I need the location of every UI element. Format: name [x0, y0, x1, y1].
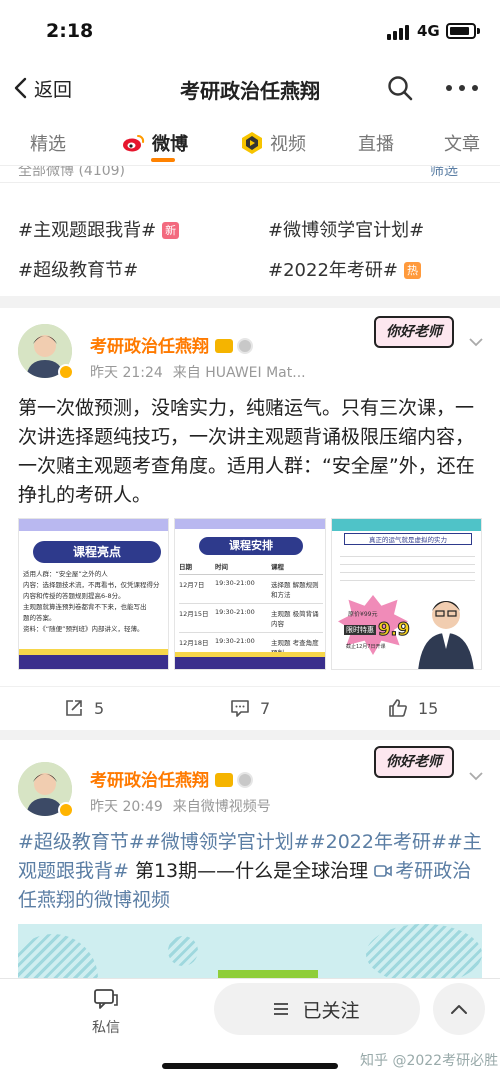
dm-label: 私信 [92, 1020, 120, 1036]
signal-icon [387, 24, 411, 40]
promo-banner: 真正的运气就是虚拟的实力 [344, 533, 472, 545]
image-grid: 课程亮点 适用人群：“安全屋”之外的人 内容：选择题技术流，不再看书，仅凭课程得… [18, 518, 482, 670]
teacher-sticker: 你好老师 [374, 746, 454, 778]
post-meta: 昨天 21:24 来自 HUAWEI Mat... [90, 362, 306, 382]
topic-text: #主观题跟我背# [18, 220, 157, 241]
nav-bar: 返回 考研政治任燕翔 [0, 62, 500, 114]
topics-card: 全部微博 (4109) 筛选 #主观题跟我背# 新 #微博领学官计划# #超级教育… [0, 166, 500, 296]
menu-icon [274, 1003, 289, 1015]
medal-icon [237, 772, 253, 788]
home-indicator[interactable] [162, 1063, 338, 1069]
filter-button[interactable]: 筛选 [430, 166, 458, 180]
price-label: 限时特惠 [344, 625, 376, 635]
topic-item[interactable]: #2022年考研# 热 [268, 256, 421, 282]
scroll-top-button[interactable] [433, 983, 485, 1035]
schedule-table: 日期 时间 课程 12月7日 19:30-21:00 选择题 解题规则和方法 12月15… [179, 561, 323, 661]
post-actions: 5 7 15 [0, 690, 500, 730]
tab-articles[interactable]: 文章 [444, 130, 480, 156]
search-icon[interactable] [386, 74, 414, 102]
like-button[interactable]: 15 [388, 698, 438, 718]
topic-text: #2022年考研# [268, 260, 398, 281]
medal-icon [237, 338, 253, 354]
app-root: 2:18 4G 返回 考研政治任燕翔 精选 微博 视频 直播 文章 全部微博 (… [0, 0, 500, 1082]
post-username[interactable]: 考研政治任燕翔 [90, 332, 253, 357]
image-course-highlights[interactable]: 课程亮点 适用人群：“安全屋”之外的人 内容：选择题技术流，不再看书，仅凭课程得… [18, 518, 169, 670]
price-old: 原价¥99元 [348, 611, 378, 618]
image-title: 课程安排 [199, 537, 303, 555]
video-camera-icon [374, 865, 392, 877]
topic-item[interactable]: #微博领学官计划# [268, 216, 424, 242]
episode-text: 第13期——什么是全球治理 [128, 860, 375, 882]
message-icon [94, 989, 118, 1009]
tab-active-indicator [151, 158, 175, 162]
comment-icon [231, 700, 249, 717]
promo-table-lines [340, 549, 475, 589]
crown-icon [215, 339, 233, 353]
share-button[interactable]: 5 [64, 698, 104, 718]
share-count: 5 [94, 698, 105, 718]
username-text: 考研政治任燕翔 [90, 771, 209, 791]
post-text: 第一次做预测，没啥实力，纯赌运气。只有三次课，一次讲选择题纯技巧，一次讲主观题背… [18, 397, 475, 506]
weibo-logo-icon [123, 135, 145, 152]
video-thumbnail[interactable] [18, 924, 482, 978]
page-title: 考研政治任燕翔 [180, 79, 320, 103]
chevron-up-icon [451, 1005, 467, 1014]
following-label: 已关注 [302, 999, 360, 1022]
post-meta: 昨天 20:49 来自微博视频号 [90, 796, 271, 816]
hot-badge: 热 [403, 262, 421, 279]
image-text-block: 适用人群：“安全屋”之外的人 内容：选择题技术流，不再看书，仅凭课程得分 内容和… [23, 570, 160, 633]
post-text: #超级教育节##微博领学官计划##2022年考研##主观题跟我背# 第13期——… [18, 828, 484, 915]
tab-featured[interactable]: 精选 [30, 130, 66, 156]
post-source: 来自 HUAWEI Mat... [172, 365, 306, 381]
battery-icon [446, 23, 476, 39]
tab-video-label: 视频 [270, 134, 306, 155]
watermark: 知乎 @2022考研必胜 [360, 1053, 499, 1069]
image-price-promo[interactable]: 真正的运气就是虚拟的实力 原价¥99元 限时特惠 9.9 截止12月7日开课 [331, 518, 482, 670]
price-value: 9.9 [378, 619, 411, 641]
share-icon [66, 700, 82, 716]
chevron-down-icon[interactable] [468, 768, 484, 784]
tab-video[interactable]: 视频 [240, 130, 306, 156]
tab-live[interactable]: 直播 [358, 130, 394, 156]
thumbs-up-icon [389, 699, 407, 717]
teacher-sticker: 你好老师 [374, 316, 454, 348]
post-username[interactable]: 考研政治任燕翔 [90, 766, 253, 791]
image-title: 课程亮点 [33, 541, 161, 563]
post-source: 来自微博视频号 [172, 799, 271, 815]
username-text: 考研政治任燕翔 [90, 337, 209, 357]
tab-weibo[interactable]: 微博 [122, 130, 188, 156]
following-button[interactable]: 已关注 [214, 983, 420, 1035]
status-time: 2:18 [46, 20, 94, 42]
battery-tip [477, 28, 480, 34]
new-badge: 新 [162, 222, 180, 239]
topic-text: #超级教育节# [18, 260, 139, 281]
video-badge-icon [242, 132, 262, 154]
verified-badge-icon [58, 364, 74, 380]
all-posts-row: 全部微博 (4109) 筛选 [0, 166, 500, 182]
all-posts-count: 全部微博 (4109) [18, 166, 126, 179]
price-note: 截止12月7日开课 [346, 644, 386, 650]
image-course-schedule[interactable]: 课程安排 日期 时间 课程 12月7日 19:30-21:00 选择题 解题规则和方法 … [174, 518, 326, 670]
topic-item[interactable]: #主观题跟我背# 新 [18, 216, 180, 242]
post-time: 昨天 20:49 [90, 799, 163, 815]
teacher-photo [418, 601, 474, 669]
like-count: 15 [418, 698, 439, 718]
post-card[interactable]: 考研政治任燕翔 昨天 21:24 来自 HUAWEI Mat... 你好老师 第一… [0, 308, 500, 730]
network-label: 4G [417, 22, 440, 40]
comment-button[interactable]: 7 [230, 698, 270, 718]
verified-badge-icon [58, 802, 74, 818]
topic-item[interactable]: #超级教育节# [18, 256, 138, 282]
more-icon[interactable] [446, 76, 478, 100]
post-card[interactable]: 考研政治任燕翔 昨天 20:49 来自微博视频号 你好老师 #超级教育节##微博领… [0, 740, 500, 978]
post-time: 昨天 21:24 [90, 365, 163, 381]
tab-weibo-label: 微博 [152, 134, 188, 155]
comment-count: 7 [260, 698, 271, 718]
status-bar: 2:18 4G [0, 0, 500, 62]
chevron-down-icon[interactable] [468, 334, 484, 350]
direct-message-button[interactable]: 私信 [78, 987, 134, 1037]
tab-bar: 精选 微博 视频 直播 文章 [0, 114, 500, 166]
crown-icon [215, 773, 233, 787]
topic-text: #微博领学官计划# [268, 220, 425, 241]
